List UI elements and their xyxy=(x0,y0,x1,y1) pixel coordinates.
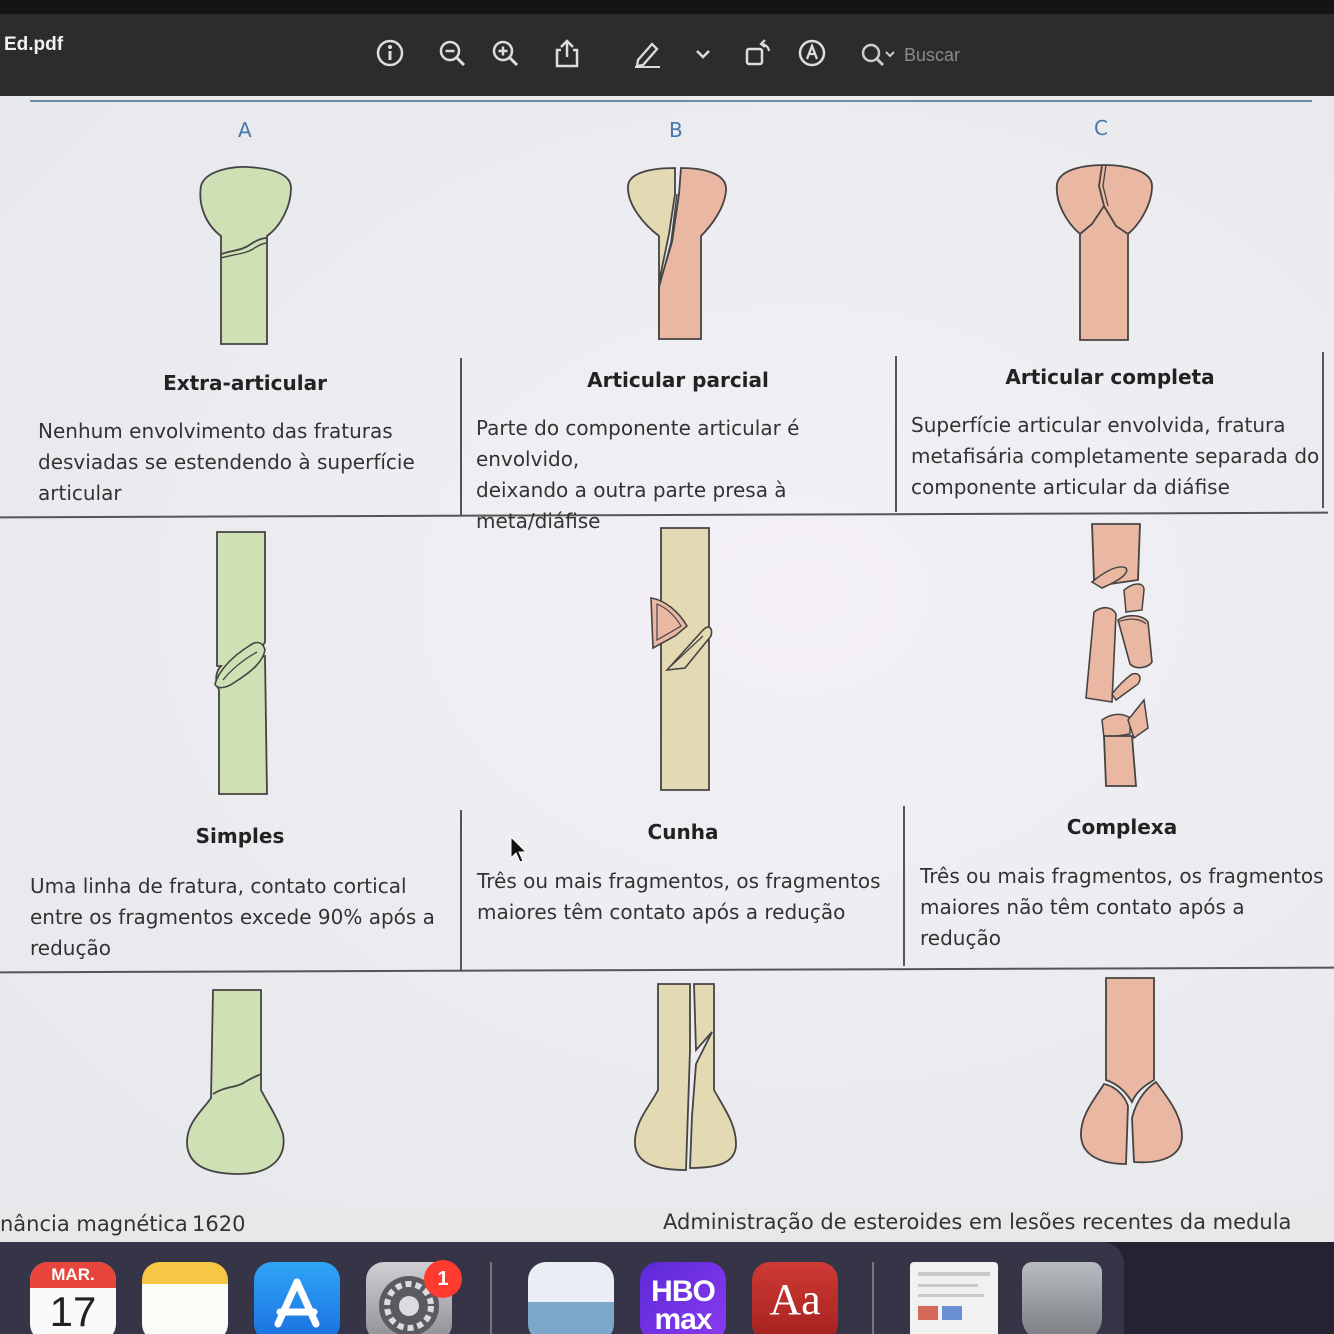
dock: MAR. 17 HBO max Aa xyxy=(0,1242,1334,1334)
bone-diagram-distal-a xyxy=(185,989,287,1180)
desc-line: Três ou mais fragmentos, os fragmentos xyxy=(920,864,1324,888)
desc-articular-parcial: Parte do componente articular é envolvid… xyxy=(476,413,896,537)
title-simples: Simples xyxy=(195,824,285,848)
document-app[interactable] xyxy=(910,1262,998,1334)
annotate-icon[interactable] xyxy=(797,38,827,68)
desc-articular-completa: Superfície articular envolvida, fratura … xyxy=(911,410,1321,503)
dictionary-app[interactable]: Aa xyxy=(752,1262,838,1334)
title-complexa: Complexa xyxy=(1066,815,1178,839)
zoom-out-icon[interactable] xyxy=(437,38,467,68)
chevron-down-icon[interactable] xyxy=(688,38,718,68)
desc-line: Três ou mais fragmentos, os fragmentos xyxy=(477,869,881,893)
column-letter-c: C xyxy=(1094,116,1108,140)
app-store-icon xyxy=(274,1278,320,1328)
cell-divider xyxy=(460,358,462,516)
bone-diagram-articular-complete xyxy=(1052,162,1157,342)
bone-diagram-simples xyxy=(205,531,275,795)
bone-diagram-complexa xyxy=(1082,523,1162,787)
row-divider xyxy=(0,966,1334,974)
document-thumbnail-icon xyxy=(918,1272,990,1320)
cell-divider xyxy=(903,806,905,966)
trash-app[interactable] xyxy=(1022,1262,1102,1334)
search-field[interactable]: Buscar xyxy=(860,40,1060,70)
title-articular-completa: Articular completa xyxy=(1005,365,1215,389)
desc-line: componente articular da diáfise xyxy=(911,475,1230,499)
pdf-page: A B C Extra-articular Articular parcial … xyxy=(0,96,1334,1206)
title-articular-parcial: Articular parcial xyxy=(587,368,769,392)
search-icon xyxy=(861,43,895,66)
title-extra-articular: Extra-articular xyxy=(163,371,327,395)
calendar-app[interactable]: MAR. 17 xyxy=(30,1262,116,1334)
dock-separator xyxy=(490,1262,492,1334)
page-footer: nância magnética 1620 Administração de e… xyxy=(0,1206,1334,1242)
cell-divider xyxy=(1322,352,1324,508)
column-letter-b: B xyxy=(669,118,683,142)
markup-pen-icon[interactable] xyxy=(632,38,662,68)
desc-line: maiores têm contato após a redução xyxy=(477,900,846,924)
preview-app[interactable] xyxy=(528,1262,614,1334)
dictionary-label: Aa xyxy=(769,1275,821,1324)
desc-line: metafisária completamente separada do xyxy=(911,444,1320,468)
desc-line: entre os fragmentos excede 90% após a xyxy=(30,905,435,929)
desc-line: Superfície articular envolvida, fratura xyxy=(911,413,1286,437)
running-header-right: Administração de esteroides em lesões re… xyxy=(663,1210,1292,1234)
notes-app[interactable] xyxy=(142,1262,228,1334)
figure-top-rule xyxy=(30,100,1312,102)
zoom-in-icon[interactable] xyxy=(490,38,520,68)
document-title: Ed.pdf xyxy=(4,34,64,55)
bone-diagram-distal-c xyxy=(1078,977,1186,1168)
desc-line: desviadas se estendendo à superfície xyxy=(38,450,415,474)
desc-line: articular xyxy=(38,481,122,505)
desc-extra-articular: Nenhum envolvimento das fraturas desviad… xyxy=(38,416,453,509)
desc-line: redução xyxy=(30,936,111,960)
desc-line: Parte do componente articular é envolvid… xyxy=(476,416,800,471)
pdf-toolbar: Ed.pdf Buscar xyxy=(0,0,1334,96)
calendar-month: MAR. xyxy=(30,1262,116,1288)
bone-diagram-articular-partial xyxy=(625,164,730,344)
desc-cunha: Três ou mais fragmentos, os fragmentos m… xyxy=(477,866,897,928)
column-letter-a: A xyxy=(238,118,252,142)
desc-line: maiores não têm contato após a redução xyxy=(920,895,1245,950)
title-cunha: Cunha xyxy=(647,820,719,844)
hbo-max-app[interactable]: HBO max xyxy=(640,1262,726,1334)
desc-complexa: Três ou mais fragmentos, os fragmentos m… xyxy=(920,861,1330,954)
hbo-max-label: HBO max xyxy=(651,1275,716,1334)
share-icon[interactable] xyxy=(552,38,582,68)
notification-badge: 1 xyxy=(424,1260,462,1298)
dock-separator xyxy=(872,1262,874,1334)
bone-diagram-extra-articular xyxy=(195,164,295,345)
rotate-icon[interactable] xyxy=(743,38,773,68)
bone-diagram-cunha xyxy=(645,527,720,791)
info-icon[interactable] xyxy=(375,38,405,68)
app-store-app[interactable] xyxy=(254,1262,340,1334)
page-number: 1620 xyxy=(192,1212,246,1236)
search-placeholder: Buscar xyxy=(904,45,961,65)
desc-simples: Uma linha de fratura, contato cortical e… xyxy=(30,871,455,964)
running-header-left: nância magnética xyxy=(0,1212,188,1236)
calendar-day: 17 xyxy=(49,1288,97,1334)
desc-line: Nenhum envolvimento das fraturas xyxy=(38,419,393,443)
desc-line: Uma linha de fratura, contato cortical xyxy=(30,874,407,898)
bone-diagram-distal-b xyxy=(632,983,740,1174)
cell-divider xyxy=(460,810,462,970)
mouse-cursor-icon xyxy=(510,836,528,863)
